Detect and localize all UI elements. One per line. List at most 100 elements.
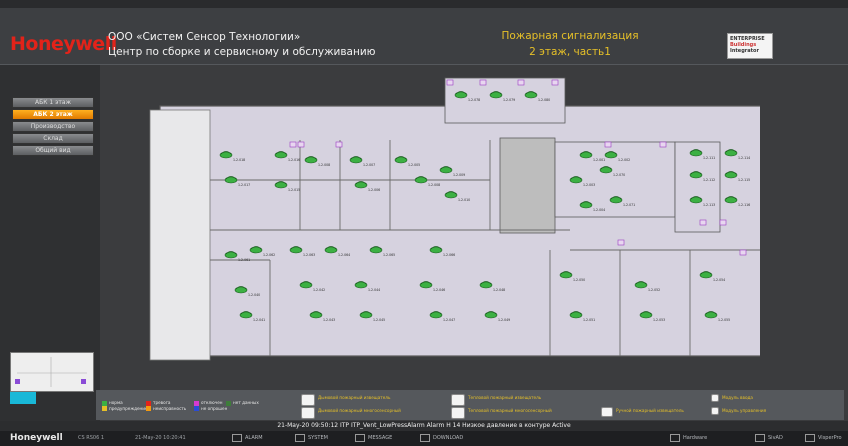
- company-info: ООО «Систем Сенсор Технологии» Центр по …: [108, 30, 376, 60]
- system-name: Пожарная сигнализация: [501, 30, 639, 42]
- output-module-icon: [711, 407, 719, 415]
- legend-heat-detector: Тепловой пожарный извещатель: [468, 395, 542, 400]
- message-button[interactable]: MESSAGE: [355, 433, 392, 443]
- legend-smoke-multi: Дымовой пожарный многосенсорный: [318, 408, 401, 413]
- sensor-id-label: 1.2.052: [648, 288, 660, 292]
- nav-production[interactable]: Производство: [12, 121, 94, 132]
- sensor-id-label: 1.2.010: [458, 198, 470, 202]
- minimap[interactable]: [10, 352, 94, 392]
- sensor-id-label: 1.2.078: [468, 98, 480, 102]
- legend-status-col3: отключен не опрошен: [194, 400, 227, 411]
- sensor-id-label: 1.2.071: [623, 203, 635, 207]
- user-button[interactable]: VisperPro: [805, 433, 842, 443]
- room-marker: [699, 219, 707, 226]
- sensor-id-label: 1.2.070: [613, 173, 625, 177]
- station-name: CS RS06 1: [78, 435, 105, 441]
- sensor-id-label: 1.2.112: [703, 178, 715, 182]
- minimap-marker: [81, 379, 86, 384]
- download-label: DOWNLOAD: [433, 435, 464, 441]
- room-marker: [517, 79, 525, 86]
- sensor-id-label: 1.2.062: [263, 253, 275, 257]
- screen-icon: [755, 433, 765, 442]
- sensor-id-label: 1.2.002: [618, 158, 630, 162]
- sensor-id-label: 1.2.055: [718, 318, 730, 322]
- legend-normal: норма: [109, 400, 123, 405]
- room-marker: [604, 141, 612, 148]
- nav-overview[interactable]: Общий вид: [12, 145, 94, 156]
- statusbar-logo: Honeywell: [10, 433, 63, 443]
- legend-warning: предупреждение: [109, 405, 148, 411]
- room-marker: [551, 79, 559, 86]
- legend-disabled: отключен: [201, 400, 223, 405]
- heat-multi-detector-icon: [451, 407, 465, 419]
- sensor-id-label: 1.2.001: [593, 158, 605, 162]
- sensor-id-label: 1.2.004: [593, 208, 605, 212]
- sensor-id-label: 1.2.016: [288, 158, 300, 162]
- sensor-id-label: 1.2.116: [738, 203, 750, 207]
- system-title: Пожарная сигнализация 2 этаж, часть1: [470, 28, 670, 60]
- window-top-strip: [0, 0, 848, 8]
- sensor-id-label: 1.2.017: [238, 183, 250, 187]
- clock: 21-May-20 10:20:41: [135, 435, 186, 441]
- sensor-id-label: 1.2.065: [383, 253, 395, 257]
- alarm-label: ALARM: [245, 435, 263, 441]
- company-subtitle: Центр по сборке и сервисному и обслужива…: [108, 46, 376, 58]
- bell-icon: [232, 433, 242, 442]
- sensor-id-label: 1.2.064: [338, 253, 350, 257]
- nav-warehouse[interactable]: Склад: [12, 133, 94, 144]
- legend-status-col2: тревога неисправность: [146, 400, 186, 411]
- room-marker: [446, 79, 454, 86]
- room-marker: [739, 249, 747, 256]
- status-bar: Honeywell CS RS06 1 21-May-20 10:20:41 A…: [0, 431, 848, 446]
- system-button[interactable]: SYSTEM: [295, 433, 328, 443]
- sensor-id-label: 1.2.047: [443, 318, 455, 322]
- download-button[interactable]: DOWNLOAD: [420, 433, 463, 443]
- legend-status-col1: норма предупреждение: [102, 400, 148, 411]
- hardware-button[interactable]: Hardware: [670, 433, 707, 443]
- legend-status-col4: нет данных: [226, 400, 259, 406]
- system-label: SYSTEM: [308, 435, 328, 441]
- sensor-id-label: 1.2.114: [738, 156, 750, 160]
- event-ticker[interactable]: 21-May-20 09:50:12 ITP ITP_Vent_LowPress…: [0, 421, 848, 431]
- room-marker: [659, 141, 667, 148]
- sensor-id-label: 1.2.080: [538, 98, 550, 102]
- legend-smoke-detector: Дымовой пожарный извещатель: [318, 395, 391, 400]
- sensor-id-label: 1.2.053: [653, 318, 665, 322]
- sensor-id-label: 1.2.063: [303, 253, 315, 257]
- sensor-id-label: 1.2.003: [583, 183, 595, 187]
- sensor-id-label: 1.2.051: [583, 318, 595, 322]
- sensor-id-label: 1.2.005: [408, 163, 420, 167]
- siv-button[interactable]: SivAD: [755, 433, 783, 443]
- alarm-button[interactable]: ALARM: [232, 433, 263, 443]
- floor-name: 2 этаж, часть1: [529, 46, 611, 58]
- manual-call-point-icon: [601, 407, 613, 417]
- legend-not-polled: не опрошен: [201, 405, 228, 411]
- legend-no-data: нет данных: [233, 400, 259, 405]
- sensor-id-label: 1.2.115: [738, 178, 750, 182]
- sensor-id-label: 1.2.079: [503, 98, 515, 102]
- legend-heat-multi: Тепловой пожарный многосенсорный: [468, 408, 552, 413]
- siv-label: SivAD: [768, 435, 783, 441]
- sensor-id-label: 1.2.043: [323, 318, 335, 322]
- sensor-id-label: 1.2.041: [253, 318, 265, 322]
- nav-abk-floor2[interactable]: АБК 2 этаж: [12, 109, 94, 120]
- sensor-id-label: 1.2.008: [318, 163, 330, 167]
- legend-alarm: тревога: [153, 400, 171, 405]
- room-marker: [297, 141, 305, 148]
- legend: норма предупреждение тревога неисправнос…: [96, 390, 844, 420]
- download-icon: [420, 433, 430, 442]
- nav-abk-floor1[interactable]: АБК 1 этаж: [12, 97, 94, 108]
- sensor-id-label: 1.2.054: [713, 278, 725, 282]
- sensor-id-label: 1.2.046: [433, 288, 445, 292]
- legend-input-module: Модуль ввода: [722, 395, 753, 400]
- sensor-id-label: 1.2.048: [493, 288, 505, 292]
- sensor-id-label: 1.2.042: [313, 288, 325, 292]
- room-marker: [719, 219, 727, 226]
- legend-fault: неисправность: [153, 405, 187, 411]
- sensor-id-label: 1.2.008: [428, 183, 440, 187]
- floor-plan: 1.2.078 1.2.079 1.2.080 1.2.018 1.2.017 1.2.0…: [149, 77, 760, 361]
- heat-detector-icon: [451, 394, 465, 406]
- user-icon: [805, 433, 815, 442]
- legend-output-module: Модуль управления: [722, 408, 767, 413]
- message-label: MESSAGE: [368, 435, 393, 441]
